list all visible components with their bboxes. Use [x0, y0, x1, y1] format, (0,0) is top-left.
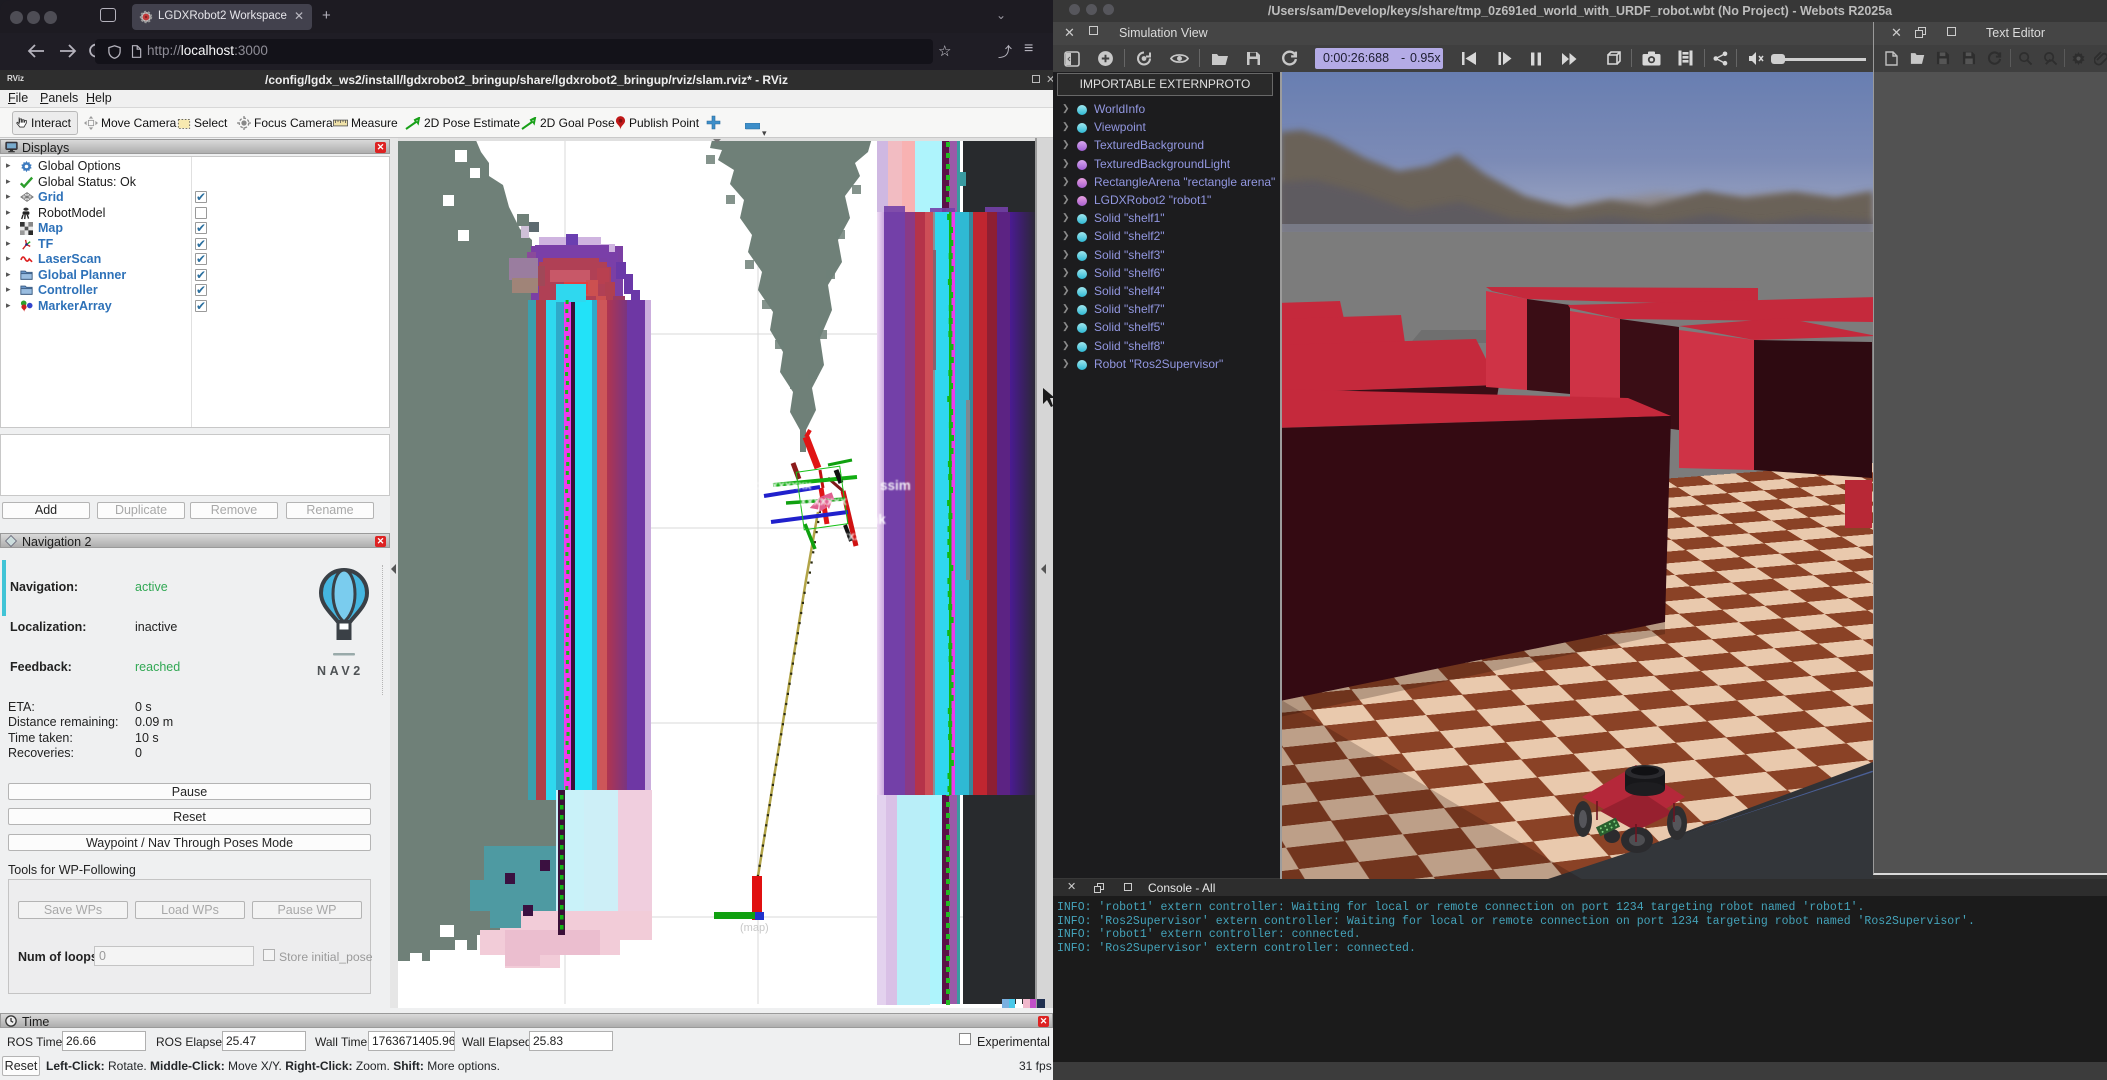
svg-text:xxxxxxxxxxxxxx: xxxxxxxxxxxxxx	[718, 478, 812, 492]
svg-text:(map): (map)	[740, 922, 769, 934]
svg-text:xxxxxx: xxxxxx	[828, 529, 868, 543]
svg-text:_link: _link	[854, 512, 886, 527]
svg-text:ssim: ssim	[880, 478, 911, 493]
svg-text:xxxxxxx: xxxxxxx	[800, 494, 847, 508]
